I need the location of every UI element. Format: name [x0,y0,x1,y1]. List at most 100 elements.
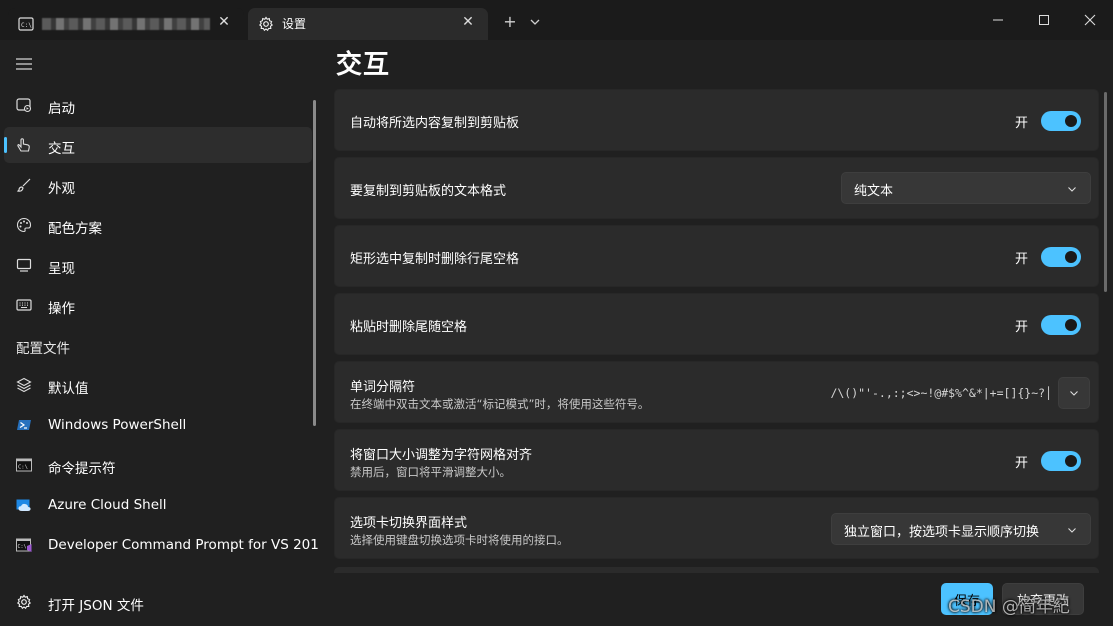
sidebar-item-label: 命令提示符 [48,461,116,477]
dropdown-value: 独立窗口，按选项卡显示顺序切换 [844,525,1040,540]
sidebar-item-label: 呈现 [48,261,75,277]
chevron-down-icon[interactable] [526,13,544,31]
toggle-knob [1065,251,1077,263]
sidebar-item-cmd[interactable]: C:\ 命令提示符 [4,447,312,483]
word-delimiters-value[interactable]: /\()"'-.,:;<>~!@#$%^&*|+=[]{}~?│ [830,386,1052,400]
maximize-icon [1039,15,1049,25]
hamburger-menu-icon[interactable] [16,57,32,71]
close-icon[interactable]: ✕ [216,14,232,30]
sidebar-scrollbar[interactable] [313,100,316,426]
palette-icon [16,217,32,233]
open-json-button[interactable]: 打开 JSON 文件 [0,572,322,626]
sidebar-item-label: 外观 [48,181,75,197]
sidebar-item-label: 操作 [48,301,75,317]
copy-on-select-toggle[interactable]: 开 [1015,110,1081,132]
sidebar-item-vs-cmd[interactable]: C:\ Developer Command Prompt for VS 201 [4,527,319,563]
chevron-down-icon [1070,391,1078,396]
sidebar-item-azure[interactable]: Azure Cloud Shell [4,487,312,523]
keyboard-icon [16,299,32,311]
open-json-label: 打开 JSON 文件 [48,598,144,614]
close-icon [1084,14,1096,26]
sidebar-item-actions[interactable]: 操作 [4,287,312,323]
sidebar-item-defaults[interactable]: 默认值 [4,367,312,403]
snap-resize-toggle[interactable]: 开 [1015,450,1081,472]
sidebar-item-label: 启动 [48,101,75,117]
page-title: 交互 [336,50,391,80]
watermark: CSDN @简年紀 [948,597,1070,617]
main-scrollbar[interactable] [1104,92,1107,292]
tab-title-redacted [42,18,210,30]
toggle-switch[interactable] [1041,451,1081,471]
tab-settings[interactable]: 设置 ✕ [248,8,488,40]
sidebar-item-appearance[interactable]: 外观 [4,167,312,203]
trim-paste-toggle[interactable]: 开 [1015,314,1081,336]
sidebar: 启动 交互 外观 配色方案 呈现 操作 配置文件 默认值 Windows Pow… [0,40,322,570]
selection-indicator [4,137,7,153]
title-bar: C:\ ✕ 设置 ✕ + [0,0,1113,40]
layers-icon [16,377,32,393]
setting-label: 单词分隔符 [350,380,416,395]
close-window-button[interactable] [1067,0,1113,40]
setting-label: 将窗口大小调整为字符网格对齐 [350,448,533,463]
tab-terminal[interactable]: C:\ ✕ [8,8,244,40]
toggle-knob [1065,319,1077,331]
dropdown-value: 纯文本 [854,184,894,199]
svg-text:C:\: C:\ [18,465,28,471]
sidebar-item-label: 默认值 [48,381,89,397]
sidebar-item-rendering[interactable]: 呈现 [4,247,312,283]
setting-label: 自动将所选内容复制到剪贴板 [350,116,520,131]
sidebar-item-powershell[interactable]: Windows PowerShell [4,407,312,443]
setting-trim-paste: 粘贴时删除尾随空格 开 [334,293,1099,355]
azure-icon [16,499,31,511]
minimize-icon [993,19,1003,21]
trim-block-toggle[interactable]: 开 [1015,246,1081,268]
expand-button[interactable] [1058,377,1090,409]
tab-switcher-dropdown[interactable]: 独立窗口，按选项卡显示顺序切换 [831,513,1091,545]
toggle-state-label: 开 [1014,455,1028,471]
monitor-icon [16,258,32,272]
terminal-icon: C:\ [18,17,34,31]
sidebar-item-startup[interactable]: 启动 [4,87,312,123]
sidebar-item-label: 配色方案 [48,221,102,237]
setting-label: 选项卡切换界面样式 [350,516,468,531]
sidebar-item-label: Windows PowerShell [48,417,187,433]
tab-title: 设置 [282,17,307,31]
toggle-state-label: 开 [1014,251,1028,267]
vs-cmd-icon: C:\ [16,538,32,552]
setting-description: 禁用后，窗口将平滑调整大小。 [350,465,511,479]
toggle-knob [1065,455,1077,467]
svg-text:C:\: C:\ [18,544,27,550]
powershell-icon [17,420,31,430]
setting-copy-on-select: 自动将所选内容复制到剪贴板 开 [334,89,1099,151]
svg-text:C:\: C:\ [21,22,32,29]
sidebar-item-interaction[interactable]: 交互 [4,127,312,163]
toggle-switch[interactable] [1041,247,1081,267]
toggle-switch[interactable] [1041,111,1081,131]
gear-icon [16,594,32,610]
maximize-button[interactable] [1021,0,1067,40]
chevron-down-icon [1068,187,1076,192]
sidebar-item-label: 交互 [48,141,75,157]
setting-label: 矩形选中复制时删除行尾空格 [350,252,520,267]
toggle-switch[interactable] [1041,315,1081,335]
startup-icon [16,98,32,113]
toggle-state-label: 开 [1014,115,1028,131]
sidebar-item-label: Developer Command Prompt for VS 201 [48,537,319,553]
setting-label: 要复制到剪贴板的文本格式 [350,184,507,199]
close-icon[interactable]: ✕ [460,14,476,30]
setting-snap-resize: 将窗口大小调整为字符网格对齐 禁用后，窗口将平滑调整大小。 开 [334,429,1099,491]
profiles-section-header: 配置文件 [16,341,70,357]
brush-icon [16,178,31,192]
new-tab-button[interactable]: + [496,8,524,36]
setting-word-delimiters: 单词分隔符 在终端中双击文本或激活“标记模式”时，将使用这些符号。 /\()"'… [334,361,1099,423]
setting-trim-block-selection: 矩形选中复制时删除行尾空格 开 [334,225,1099,287]
copy-format-dropdown[interactable]: 纯文本 [841,172,1091,204]
cmd-icon: C:\ [16,458,32,472]
chevron-down-icon [1068,528,1076,533]
minimize-button[interactable] [975,0,1021,40]
interaction-icon [17,138,30,152]
setting-copy-format: 要复制到剪贴板的文本格式 纯文本 [334,157,1099,219]
sidebar-item-label: Azure Cloud Shell [48,497,167,513]
toggle-knob [1065,115,1077,127]
sidebar-item-color-schemes[interactable]: 配色方案 [4,207,312,243]
